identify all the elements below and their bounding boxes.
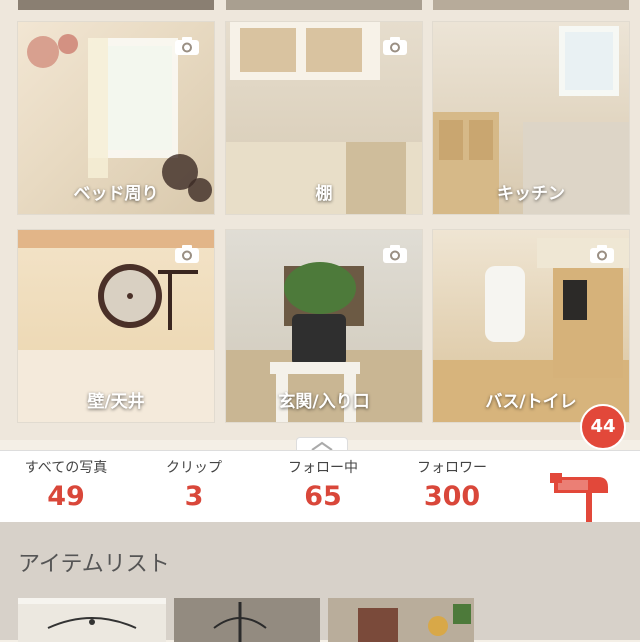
top-row-tile-2[interactable] [226,0,422,10]
tile-label: 玄関/入り口 [278,392,370,412]
camera-icon [383,37,407,55]
profile-stats-bar: すべての写真 49 クリップ 3 フォロー中 65 フォロワー 300 [0,450,640,523]
item-photo [174,598,320,642]
mailbox-badge[interactable]: 44 [580,404,626,450]
item-thumb-2[interactable] [174,598,320,642]
item-list-section: アイテムリスト [0,522,640,642]
stat-value: 49 [47,481,85,512]
camera-icon [590,245,614,263]
tile-label: 棚 [315,184,333,204]
stat-label: フォロワー [417,460,487,476]
top-row-tile-3[interactable] [433,0,629,10]
stat-clips[interactable]: クリップ 3 [134,457,254,512]
item-thumb-1[interactable] [18,598,166,642]
tile-bath-toilet[interactable]: バス/トイレ [433,230,629,422]
stat-label: クリップ [166,460,222,476]
stat-label: すべての写真 [24,460,108,476]
tile-wall-ceiling[interactable]: 壁/天井 [18,230,214,422]
top-row-tile-1[interactable] [18,0,214,10]
section-title: アイテムリスト [18,552,170,577]
stat-value: 300 [423,481,481,512]
mailbox-icon[interactable] [548,463,618,523]
stat-value: 65 [304,481,342,512]
tile-shelf[interactable]: 棚 [226,22,422,214]
tile-label: 壁/天井 [87,392,145,412]
camera-icon [175,37,199,55]
tile-entrance[interactable]: 玄関/入り口 [226,230,422,422]
tile-bedroom[interactable]: ベッド周り [18,22,214,214]
stat-following[interactable]: フォロー中 65 [263,457,383,512]
item-photo [328,598,474,642]
stat-label: フォロー中 [288,460,358,476]
tile-label: キッチン [497,184,565,204]
stat-value: 3 [184,481,204,512]
tile-kitchen[interactable]: キッチン [433,22,629,214]
camera-icon [383,245,407,263]
stat-followers[interactable]: フォロワー 300 [392,457,512,512]
stat-all-photos[interactable]: すべての写真 49 [6,457,126,512]
item-photo [18,604,166,642]
camera-icon [175,245,199,263]
item-thumb-3[interactable] [328,598,474,642]
tile-label: ベッド周り [73,184,159,204]
photo-grid: ベッド周り 棚 キッチン 壁/天井 玄関/入り口 バス/トイレ [0,0,640,440]
